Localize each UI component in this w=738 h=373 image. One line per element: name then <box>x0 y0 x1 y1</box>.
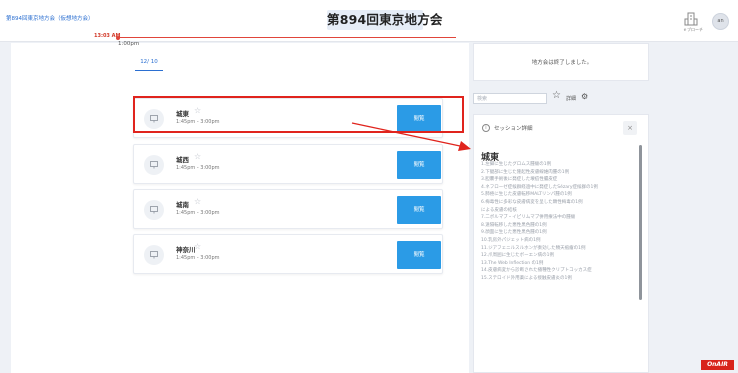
lecture-item: 11.ジアフェニルスルホンが奏効した類天疱瘡の1例 <box>481 245 586 251</box>
lecture-item: 8.遠隔転移した悪性黒色腫の1例 <box>481 222 547 228</box>
page-title: 第894回東京地方会 <box>327 12 443 27</box>
lecture-item: 12.爪周囲に生じたボーエン病の1例 <box>481 253 555 259</box>
session-time: 1:45pm - 3:00pm <box>176 165 220 171</box>
view-button[interactable]: 閲覧 <box>397 241 441 269</box>
lecture-item: 7.二ボルマブ・イピリムマブ併用療法中の腫瘍 <box>481 215 576 221</box>
view-button[interactable]: 閲覧 <box>397 105 441 133</box>
current-time-line <box>118 37 456 38</box>
status-notice: 地方会は終了しました。 <box>473 43 649 81</box>
session-detail-panel: i セッション詳細 × 城東 1.左脚に生じたグロムス腫瘍の1例 2.下腿部に生じ… <box>473 114 649 373</box>
favorite-star-icon[interactable]: ☆ <box>194 152 201 161</box>
favorite-star-icon[interactable]: ☆ <box>194 106 201 115</box>
detail-panel-title: セッション詳細 <box>494 126 533 132</box>
lecture-item: 1.左脚に生じたグロムス腫瘍の1例 <box>481 162 552 167</box>
session-name: 城東 <box>176 110 189 118</box>
scrollbar[interactable] <box>639 145 642 300</box>
session-time: 1:45pm - 3:00pm <box>176 255 220 261</box>
lecture-item: 14.皮膚病変から診断された播種性クリプトコッカス症 <box>481 268 592 274</box>
session-card-jonan[interactable]: 城南 ☆ 1:45pm - 3:00pm 閲覧 <box>133 189 443 229</box>
session-icon-container <box>144 200 164 220</box>
monitor-icon <box>150 206 158 214</box>
search-input[interactable] <box>473 93 547 104</box>
lecture-item: 3.胆嚢手術後に発症した壊疽性膿皮症 <box>481 177 558 183</box>
building-icon <box>684 12 698 26</box>
favorite-star-icon[interactable]: ☆ <box>194 242 201 251</box>
lecture-item: 2.下腿部に生じた隆起性皮膚線維肉腫の1例 <box>481 169 570 175</box>
monitor-icon <box>150 161 158 169</box>
session-card-kanagawa[interactable]: 神奈川 ☆ 1:45pm - 3:00pm 閲覧 <box>133 234 443 274</box>
favorites-star-icon[interactable]: ☆ <box>552 90 561 101</box>
meeting-subtitle-link[interactable]: 第894回東京地方会（仮想地方会） <box>6 14 94 22</box>
monitor-icon <box>150 115 158 123</box>
monitor-icon <box>150 251 158 259</box>
time-slot-label: 1:00pm <box>118 41 140 47</box>
detail-toggle[interactable]: 詳細 <box>566 95 576 102</box>
session-card-joto[interactable]: 城東 ☆ 1:45pm - 3:00pm 閲覧 <box>133 98 443 138</box>
info-icon: i <box>482 124 490 132</box>
lecture-item: 6.梅毒性に多彩な皮膚病変を呈した顕性梅毒の1例 <box>481 199 583 205</box>
view-button[interactable]: 閲覧 <box>397 196 441 224</box>
lecture-item: 9.顔面に生じた悪性黒色腫の1例 <box>481 230 547 236</box>
session-icon-container <box>144 109 164 129</box>
lecture-item: 5.肺癌に生じた皮膚転移MALTリンパ腫の1例 <box>481 192 572 198</box>
session-icon-container <box>144 245 164 265</box>
favorite-star-icon[interactable]: ☆ <box>194 197 201 206</box>
lecture-item: 4.ネフローゼ症候群経過中に発症したSézary症候群の1例 <box>481 184 598 190</box>
session-name: 神奈川 <box>176 246 196 254</box>
ebook-label: ｅブローチ <box>683 27 703 32</box>
status-notice-text: 地方会は終了しました。 <box>531 60 593 66</box>
session-time: 1:45pm - 3:00pm <box>176 119 220 125</box>
ebook-button[interactable]: ｅブローチ <box>683 12 703 32</box>
lecture-item: による皮膚の結核 <box>481 207 517 213</box>
onair-badge: OnAIR <box>701 360 734 370</box>
close-button[interactable]: × <box>623 121 637 135</box>
user-avatar[interactable]: an <box>712 13 729 30</box>
lecture-list: 1.左脚に生じたグロムス腫瘍の1例 2.下腿部に生じた隆起性皮膚線維肉腫の1例 3.… <box>481 161 641 283</box>
page-title-container: 第894回東京地方会 <box>327 10 443 30</box>
view-button[interactable]: 閲覧 <box>397 151 441 179</box>
lecture-item: 15.ステロイド外用薬による接触皮膚炎の1例 <box>481 275 572 281</box>
session-name: 城南 <box>176 201 189 209</box>
session-icon-container <box>144 155 164 175</box>
session-time: 1:45pm - 3:00pm <box>176 210 220 216</box>
settings-gear-icon[interactable]: ⚙ <box>581 92 588 101</box>
date-tab[interactable]: 12/ 10 <box>135 57 163 73</box>
lecture-item: 13.The Web Inflection の1例 <box>481 260 544 266</box>
session-name: 城西 <box>176 156 189 164</box>
lecture-item: 10.乳房外パジェット病の1例 <box>481 237 541 243</box>
session-card-josai[interactable]: 城西 ☆ 1:45pm - 3:00pm 閲覧 <box>133 144 443 184</box>
